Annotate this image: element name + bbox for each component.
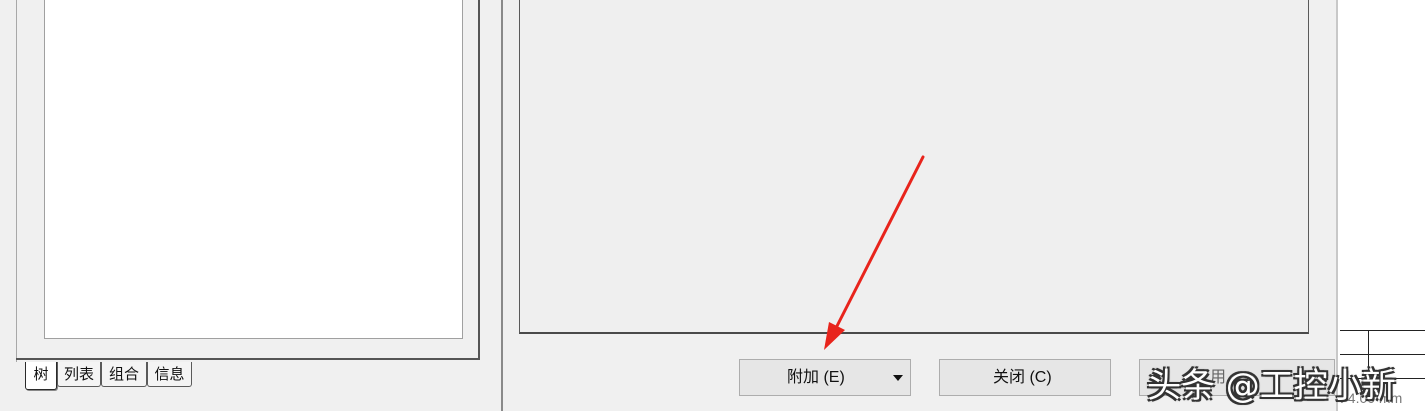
watermark: 头条 @工控小新 (1147, 366, 1396, 406)
tab-tree[interactable]: 树 (25, 362, 57, 390)
drawing-line (1340, 354, 1425, 355)
tab-list[interactable]: 列表 (57, 362, 101, 387)
tree-view[interactable] (44, 0, 463, 339)
chevron-down-icon[interactable] (893, 375, 903, 381)
panel-splitter[interactable] (501, 0, 503, 411)
drawing-line (1340, 330, 1425, 331)
preview-area (519, 0, 1309, 334)
tab-group[interactable]: 组合 (101, 362, 147, 387)
close-button-label: 关闭 (C) (993, 369, 1052, 386)
close-button[interactable]: 关闭 (C) (939, 359, 1111, 396)
attach-button[interactable]: 附加 (E) (739, 359, 911, 396)
attach-button-label: 附加 (E) (787, 369, 845, 386)
tab-info[interactable]: 信息 (147, 362, 192, 387)
drawing-canvas-edge (1338, 0, 1425, 411)
